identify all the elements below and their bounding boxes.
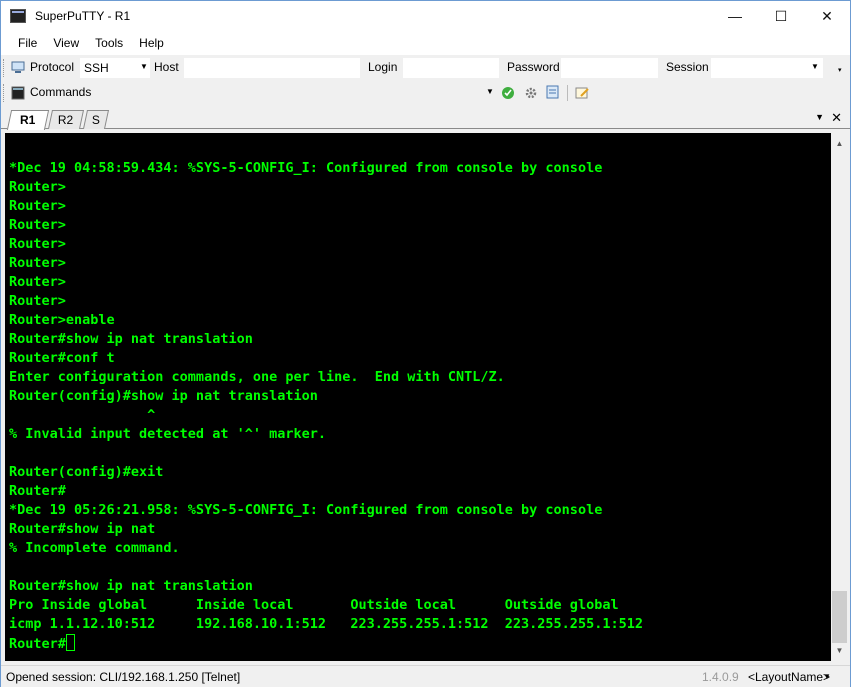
close-button[interactable]: ✕ <box>804 1 850 31</box>
terminal-line: Router> <box>9 255 66 271</box>
password-input[interactable] <box>561 58 658 78</box>
menu-bar: File View Tools Help <box>1 31 850 55</box>
terminal-line: ^ <box>9 407 156 423</box>
status-bar: Opened session: CLI/192.168.1.250 [Telne… <box>1 665 850 687</box>
send-check-icon[interactable] <box>501 86 515 100</box>
menu-tools[interactable]: Tools <box>87 36 131 50</box>
terminal-line: Router> <box>9 274 66 290</box>
terminal-line: Router> <box>9 217 66 233</box>
terminal-line: Router(config)#show ip nat translation <box>9 388 318 404</box>
layout-selector[interactable]: <LayoutName> <box>748 670 830 684</box>
script-icon[interactable] <box>546 85 560 99</box>
scroll-thumb[interactable] <box>832 591 847 643</box>
edit-icon[interactable] <box>575 86 589 100</box>
session-dropdown-arrow[interactable]: ▼ <box>811 62 819 71</box>
terminal-line: Router> <box>9 198 66 214</box>
maximize-button[interactable]: ☐ <box>758 1 804 31</box>
terminal-cursor <box>65 634 75 651</box>
minimize-button[interactable]: — <box>712 1 758 31</box>
toolbar-overflow-icon[interactable]: ▾ <box>838 66 842 74</box>
terminal-line: Router#show ip nat translation <box>9 331 253 347</box>
terminal-line: Router#show ip nat translation <box>9 578 253 594</box>
terminal-line: *Dec 19 05:26:21.958: %SYS-5-CONFIG_I: C… <box>9 502 603 518</box>
window-title: SuperPuTTY - R1 <box>35 9 131 23</box>
terminal-line: *Dec 19 04:58:59.434: %SYS-5-CONFIG_I: C… <box>9 160 603 176</box>
connection-toolbar: Protocol SSH ▼ Host Login Password Sessi… <box>1 56 850 80</box>
protocol-dropdown-arrow[interactable]: ▼ <box>140 62 148 71</box>
terminal-scrollbar[interactable]: ▲ ▼ <box>831 133 848 661</box>
title-bar: SuperPuTTY - R1 — ☐ ✕ <box>1 1 850 31</box>
toolbar-separator <box>567 85 568 101</box>
terminal-line: Router#conf t <box>9 350 115 366</box>
window-controls: — ☐ ✕ <box>712 1 850 31</box>
toolbar-grip[interactable] <box>3 59 6 77</box>
protocol-label: Protocol <box>30 60 75 74</box>
scroll-up-arrow[interactable]: ▲ <box>831 135 848 152</box>
menu-file[interactable]: File <box>10 36 45 50</box>
session-tabs: R1 R2 S ▼ ✕ <box>1 107 850 130</box>
commands-icon <box>11 86 25 100</box>
terminal-output[interactable]: *Dec 19 04:58:59.434: %SYS-5-CONFIG_I: C… <box>5 133 831 661</box>
terminal-line: Pro Inside global Inside local Outside l… <box>9 597 619 613</box>
terminal-prompt-line: Router# <box>5 634 831 653</box>
tab-r1[interactable]: R1 <box>6 110 50 130</box>
password-label: Password <box>507 60 560 74</box>
terminal-line: Router#show ip nat <box>9 521 156 537</box>
session-select[interactable] <box>711 58 823 78</box>
scroll-down-arrow[interactable]: ▼ <box>831 642 848 659</box>
terminal-line: Enter configuration commands, one per li… <box>9 369 505 385</box>
version-label: 1.4.0.9 <box>702 670 739 684</box>
terminal-line: Router> <box>9 179 66 195</box>
login-input[interactable] <box>403 58 499 78</box>
terminal-line: % Invalid input detected at '^' marker. <box>9 426 326 442</box>
terminal-line: Router(config)#exit <box>9 464 164 480</box>
commands-dropdown-arrow[interactable]: ▼ <box>486 87 494 96</box>
terminal-line: Router>enable <box>9 312 115 328</box>
session-label: Session <box>666 60 709 74</box>
tab-s[interactable]: S <box>82 110 110 129</box>
menu-help[interactable]: Help <box>131 36 172 50</box>
gear-icon[interactable] <box>524 86 538 100</box>
terminal-line: icmp 1.1.12.10:512 192.168.10.1:512 223.… <box>9 616 643 632</box>
terminal-prompt: Router# <box>9 636 66 652</box>
commands-input[interactable] <box>93 83 485 103</box>
terminal-line: Router> <box>9 236 66 252</box>
protocol-icon <box>11 61 25 73</box>
tab-r2[interactable]: R2 <box>47 110 85 129</box>
tab-close-icon[interactable]: ✕ <box>831 110 842 126</box>
terminal-line: Router> <box>9 293 66 309</box>
host-label: Host <box>154 60 179 74</box>
menu-view[interactable]: View <box>45 36 87 50</box>
login-label: Login <box>368 60 398 74</box>
terminal-line: Router# <box>9 483 66 499</box>
terminal-app-icon <box>10 9 26 23</box>
tab-list-dropdown-icon[interactable]: ▼ <box>815 112 824 122</box>
commands-label: Commands <box>30 85 92 99</box>
session-status: Opened session: CLI/192.168.1.250 [Telne… <box>6 670 241 684</box>
commands-toolbar: Commands ▼ <box>1 81 850 105</box>
app-window: SuperPuTTY - R1 — ☐ ✕ File View Tools He… <box>0 0 851 687</box>
terminal-line: % Incomplete command. <box>9 540 180 556</box>
host-input[interactable] <box>184 58 360 78</box>
layout-dropdown-arrow[interactable]: ▼ <box>823 672 831 681</box>
toolbar-grip[interactable] <box>3 84 6 102</box>
